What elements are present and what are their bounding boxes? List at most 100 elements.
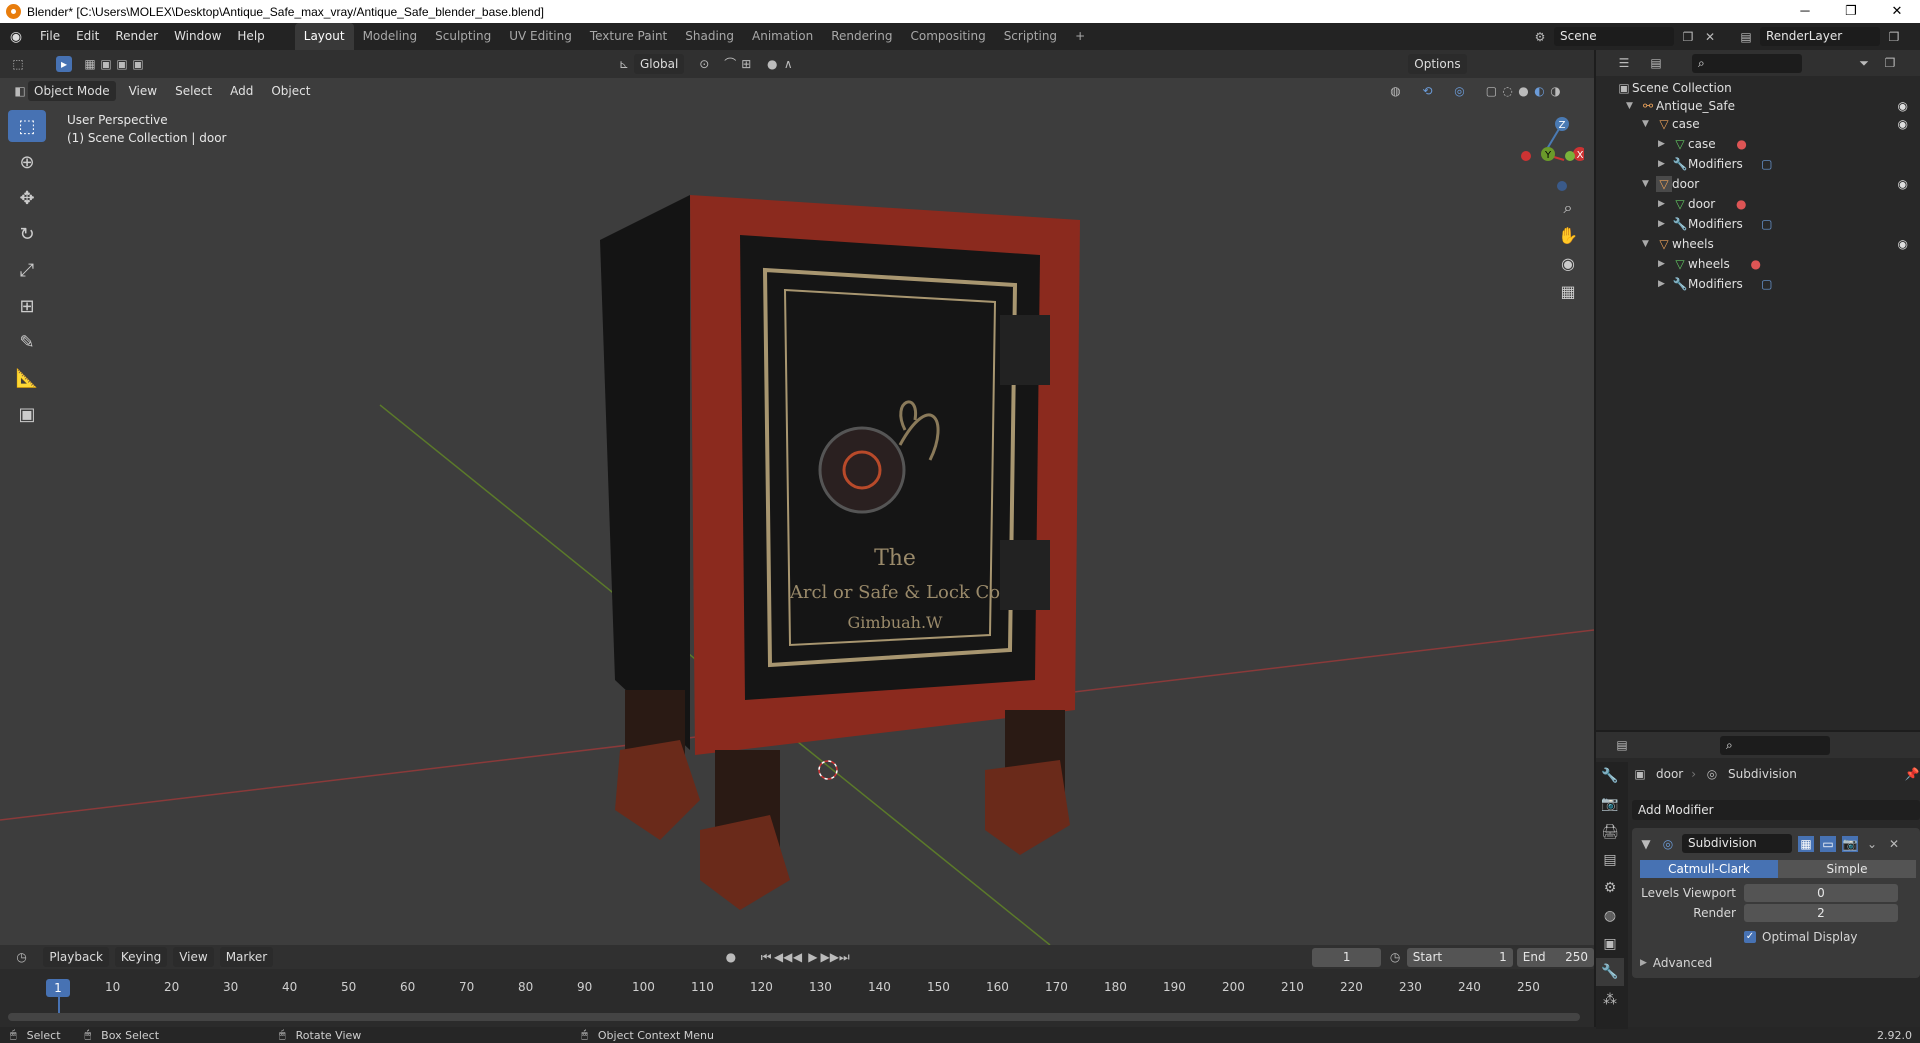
zoom-icon[interactable]: ⌕ (1556, 198, 1580, 226)
menu-help[interactable]: Help (229, 23, 272, 50)
outliner-row-door[interactable]: ▼ ▽ door ◉ (1642, 174, 1916, 194)
add-cube-tool-icon[interactable]: ▣ (8, 398, 46, 430)
transform-orientation-dropdown[interactable]: Global (634, 54, 685, 74)
playhead-frame-label[interactable]: 1 (46, 979, 70, 997)
tab-shading[interactable]: Shading (676, 23, 743, 50)
filter-icon[interactable]: ⏷ (1856, 55, 1872, 71)
blender-menu-icon[interactable]: ◉ (0, 29, 32, 45)
render-levels-field[interactable]: 2 (1744, 904, 1898, 922)
visibility-eye-icon[interactable]: ◉ (1898, 237, 1908, 251)
play-reverse-icon[interactable]: ◀ (790, 949, 805, 965)
end-frame-field[interactable]: End 250 (1516, 947, 1594, 967)
delete-scene-icon[interactable]: ✕ (1702, 29, 1718, 45)
tab-compositing[interactable]: Compositing (901, 23, 994, 50)
visibility-eye-icon[interactable]: ◉ (1898, 99, 1908, 113)
scale-tool-icon[interactable]: ⤢ (8, 254, 46, 286)
wireframe-shading-icon[interactable]: ◌ (1499, 83, 1515, 99)
timeline-scrollbar[interactable] (8, 1013, 1580, 1021)
outliner-row-door-mesh[interactable]: ▶ ▽ door ● (1658, 194, 1749, 214)
visibility-eye-icon[interactable]: ◉ (1898, 117, 1908, 131)
tab-layout[interactable]: Layout (294, 23, 354, 50)
particles-tab-icon[interactable]: ⁂ (1596, 986, 1624, 1014)
outliner-row-wheels-modifiers[interactable]: ▶ 🔧 Modifiers ▢ (1658, 274, 1775, 294)
annotate-tool-icon[interactable]: ✎ (8, 326, 46, 358)
falloff-icon[interactable]: ∧ (780, 56, 796, 72)
tab-texture-paint[interactable]: Texture Paint (581, 23, 676, 50)
scene-collection-row[interactable]: ▣ Scene Collection (1616, 78, 1731, 98)
record-icon[interactable]: ● (723, 949, 738, 965)
expand-icon[interactable]: ▶ (1658, 159, 1672, 169)
rendered-shading-icon[interactable]: ◑ (1547, 83, 1563, 99)
move-tool-icon[interactable]: ✥ (8, 182, 46, 214)
camera-view-icon[interactable]: ◉ (1556, 254, 1580, 282)
expand-icon[interactable]: ▶ (1658, 259, 1672, 269)
visibility-icon[interactable]: ◍ (1387, 83, 1403, 99)
properties-editor-icon[interactable]: ▤ (1614, 737, 1630, 753)
menu-select[interactable]: Select (166, 84, 221, 98)
rotate-tool-icon[interactable]: ↻ (8, 218, 46, 250)
maximize-button[interactable]: ❐ (1828, 0, 1874, 23)
editor-type-icon[interactable]: ⬚ (10, 56, 26, 72)
ortho-grid-icon[interactable]: ▦ (1556, 282, 1580, 310)
start-frame-field[interactable]: Start 1 (1406, 947, 1513, 967)
transform-tool-icon[interactable]: ⊞ (8, 290, 46, 322)
timeline-view-menu[interactable]: View (173, 947, 214, 967)
navigation-gizmo[interactable]: Z Y X (1504, 114, 1584, 194)
collapse-icon[interactable]: ▼ (1638, 836, 1654, 852)
visibility-eye-icon[interactable]: ◉ (1898, 177, 1908, 191)
menu-window[interactable]: Window (166, 23, 229, 50)
measure-tool-icon[interactable]: 📐 (8, 362, 46, 394)
tab-animation[interactable]: Animation (743, 23, 822, 50)
select-tool-icon[interactable]: ⬚ (8, 110, 46, 142)
tool-tab-icon[interactable]: 🔧 (1596, 762, 1624, 790)
next-keyframe-icon[interactable]: ▶▶ (821, 949, 839, 965)
render-toggle-icon[interactable]: 📷 (1842, 835, 1858, 852)
expand-icon[interactable]: ▶ (1658, 219, 1672, 229)
current-frame-field[interactable]: 1 (1311, 947, 1382, 967)
object-tab-icon[interactable]: ▣ (1596, 930, 1624, 958)
material-shading-icon[interactable]: ◐ (1531, 83, 1547, 99)
menu-render[interactable]: Render (107, 23, 166, 50)
renderlayer-icon[interactable]: ▤ (1738, 29, 1754, 45)
select-mode-icon[interactable]: ▸ (56, 56, 72, 72)
expand-icon[interactable]: ▼ (1642, 239, 1656, 249)
new-renderlayer-icon[interactable]: ❐ (1886, 29, 1902, 45)
expand-icon[interactable]: ▶ (1658, 139, 1672, 149)
tab-modeling[interactable]: Modeling (354, 23, 427, 50)
outliner-row-wheels-mesh[interactable]: ▶ ▽ wheels ● (1658, 254, 1764, 274)
playback-menu[interactable]: Playback (43, 947, 109, 967)
menu-add[interactable]: Add (221, 84, 262, 98)
expand-icon[interactable]: ▶ (1658, 279, 1672, 289)
menu-view[interactable]: View (120, 84, 166, 98)
output-tab-icon[interactable]: 🖨 (1596, 818, 1624, 846)
menu-edit[interactable]: Edit (68, 23, 107, 50)
viewport-canvas[interactable]: The Arcl or Safe & Lock Co Gimbuah.W (0, 50, 1594, 945)
tab-rendering[interactable]: Rendering (822, 23, 901, 50)
pan-hand-icon[interactable]: ✋ (1556, 226, 1580, 254)
remove-modifier-icon[interactable]: ✕ (1886, 836, 1902, 852)
outliner-row-case-modifiers[interactable]: ▶ 🔧 Modifiers ▢ (1658, 154, 1775, 174)
add-modifier-dropdown[interactable]: Add Modifier (1632, 800, 1920, 820)
options-dropdown[interactable]: Options (1408, 54, 1467, 74)
simple-option[interactable]: Simple (1778, 860, 1916, 878)
optimal-display-checkbox[interactable]: ✓ (1744, 931, 1756, 943)
view-layer-tab-icon[interactable]: ▤ (1596, 846, 1624, 874)
minimize-button[interactable]: ─ (1782, 0, 1828, 23)
expand-icon[interactable]: ▶ (1640, 958, 1647, 968)
close-button[interactable]: ✕ (1874, 0, 1920, 23)
marker-menu[interactable]: Marker (219, 947, 274, 967)
scene-name-field[interactable]: Scene (1554, 27, 1674, 46)
display-mode-icon[interactable]: ▤ (1648, 55, 1664, 71)
xray-icon[interactable]: ▢ (1483, 83, 1499, 99)
expand-icon[interactable]: ▼ (1626, 101, 1640, 111)
mode-dropdown[interactable]: Object Mode (28, 81, 116, 101)
outliner-row-case-mesh[interactable]: ▶ ▽ case ● (1658, 134, 1750, 154)
render-tab-icon[interactable]: 📷 (1596, 790, 1624, 818)
timeline-editor-icon[interactable]: ◷ (14, 949, 29, 965)
new-scene-icon[interactable]: ❐ (1680, 29, 1696, 45)
select-invert-icon[interactable]: ▣ (130, 56, 146, 72)
overlay-toggle-icon[interactable]: ◎ (1451, 83, 1467, 99)
tab-uv-editing[interactable]: UV Editing (500, 23, 581, 50)
pin-icon[interactable]: 📌 (1904, 766, 1920, 782)
outliner-editor-icon[interactable]: ☰ (1616, 55, 1632, 71)
